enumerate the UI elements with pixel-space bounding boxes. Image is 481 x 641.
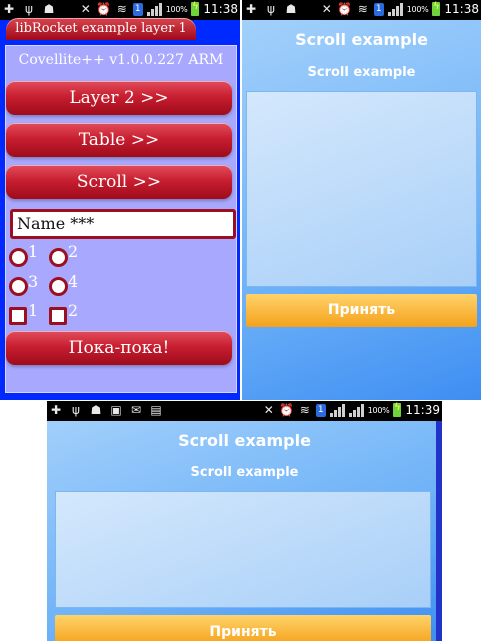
plus-icon: ✚ [50, 403, 62, 417]
signal-icon [329, 403, 345, 417]
battery-percent: 100% [406, 4, 429, 14]
scrollbar-track[interactable] [436, 421, 442, 641]
clock: 11:38 [444, 2, 479, 16]
battery-icon [393, 402, 402, 417]
status-bar: ✚ ψ ☗ ▣ ✉ ▤ ✕ ⏰ ≋ 1 100% 11:39 [47, 401, 442, 421]
accept-button[interactable]: Принять [55, 615, 431, 641]
radio-2[interactable] [49, 248, 68, 267]
page-title: Scroll example [178, 431, 311, 450]
radio-3[interactable] [9, 277, 28, 296]
checkbox-2[interactable] [49, 307, 67, 325]
usb-icon: ψ [72, 403, 80, 417]
window-tab-title[interactable]: libRocket example layer 1 [6, 18, 196, 40]
accept-button[interactable]: Принять [246, 294, 477, 327]
bye-button[interactable]: Пока-пока! [6, 331, 232, 365]
plus-icon: ✚ [245, 2, 257, 16]
android-icon: ☗ [90, 403, 102, 417]
scroll-area[interactable] [55, 491, 431, 608]
mute-icon: ✕ [80, 2, 91, 16]
battery-percent: 100% [165, 4, 188, 14]
radio-3-label: 3 [28, 272, 39, 291]
librocket-screen: ✚ ψ ☗ ✕ ⏰ ≋ 1 100% 11:38 libRocket examp… [0, 0, 240, 400]
checkbox-1-label: 1 [28, 301, 39, 320]
android-icon: ☗ [285, 2, 297, 16]
page-title: Scroll example [295, 30, 428, 49]
clock: 11:38 [203, 2, 238, 16]
battery-icon [432, 1, 441, 16]
scroll-area[interactable] [246, 91, 477, 287]
status-bar: ✚ ψ ☗ ✕ ⏰ ≋ 1 100% 11:38 [0, 0, 240, 20]
wifi-icon: ≋ [116, 2, 127, 16]
mute-icon: ✕ [321, 2, 332, 16]
sim-icon: 1 [315, 403, 326, 417]
signal-icon [387, 2, 403, 16]
scroll-button[interactable]: Scroll >> [6, 165, 232, 199]
battery-percent: 100% [367, 405, 390, 415]
window-body: Covellite++ v1.0.0.227 ARM Layer 2 >> Ta… [5, 45, 237, 393]
signal-icon [146, 2, 162, 16]
alarm-icon: ⏰ [337, 2, 353, 16]
radio-1-label: 1 [28, 242, 39, 261]
table-button[interactable]: Table >> [6, 123, 232, 157]
wifi-icon: ≋ [299, 403, 310, 417]
clipboard-icon: ▤ [150, 403, 162, 417]
status-bar: ✚ ψ ☗ ✕ ⏰ ≋ 1 100% 11:38 [242, 0, 481, 20]
checkbox-1[interactable] [9, 307, 27, 325]
usb-icon: ψ [267, 2, 275, 16]
image-icon: ▣ [110, 403, 122, 417]
plus-icon: ✚ [3, 2, 15, 16]
name-input[interactable]: Name *** [10, 209, 236, 239]
clock: 11:39 [405, 403, 440, 417]
page-subtitle: Scroll example [307, 65, 416, 80]
usb-icon: ψ [25, 2, 33, 16]
alarm-icon: ⏰ [279, 403, 295, 417]
alarm-icon: ⏰ [96, 2, 112, 16]
layer2-button[interactable]: Layer 2 >> [6, 81, 232, 115]
signal-icon-2 [348, 403, 364, 417]
sim-icon: 1 [132, 2, 143, 16]
sim-icon: 1 [373, 2, 384, 16]
android-icon: ☗ [43, 2, 55, 16]
scroll-screen-portrait: ✚ ψ ☗ ✕ ⏰ ≋ 1 100% 11:38 Scroll example … [242, 0, 481, 400]
radio-4-label: 4 [68, 272, 79, 291]
wifi-icon: ≋ [357, 2, 368, 16]
radio-2-label: 2 [68, 242, 79, 261]
battery-icon [191, 1, 200, 16]
checkbox-2-label: 2 [68, 301, 79, 320]
mute-icon: ✕ [263, 403, 274, 417]
version-label: Covellite++ v1.0.0.227 ARM [18, 52, 224, 68]
radio-4[interactable] [49, 277, 68, 296]
radio-1[interactable] [9, 248, 28, 267]
page-subtitle: Scroll example [190, 465, 299, 480]
scroll-screen-landscape: ✚ ψ ☗ ▣ ✉ ▤ ✕ ⏰ ≋ 1 100% 11:39 Scroll ex… [47, 401, 442, 641]
mail-icon: ✉ [130, 403, 142, 417]
